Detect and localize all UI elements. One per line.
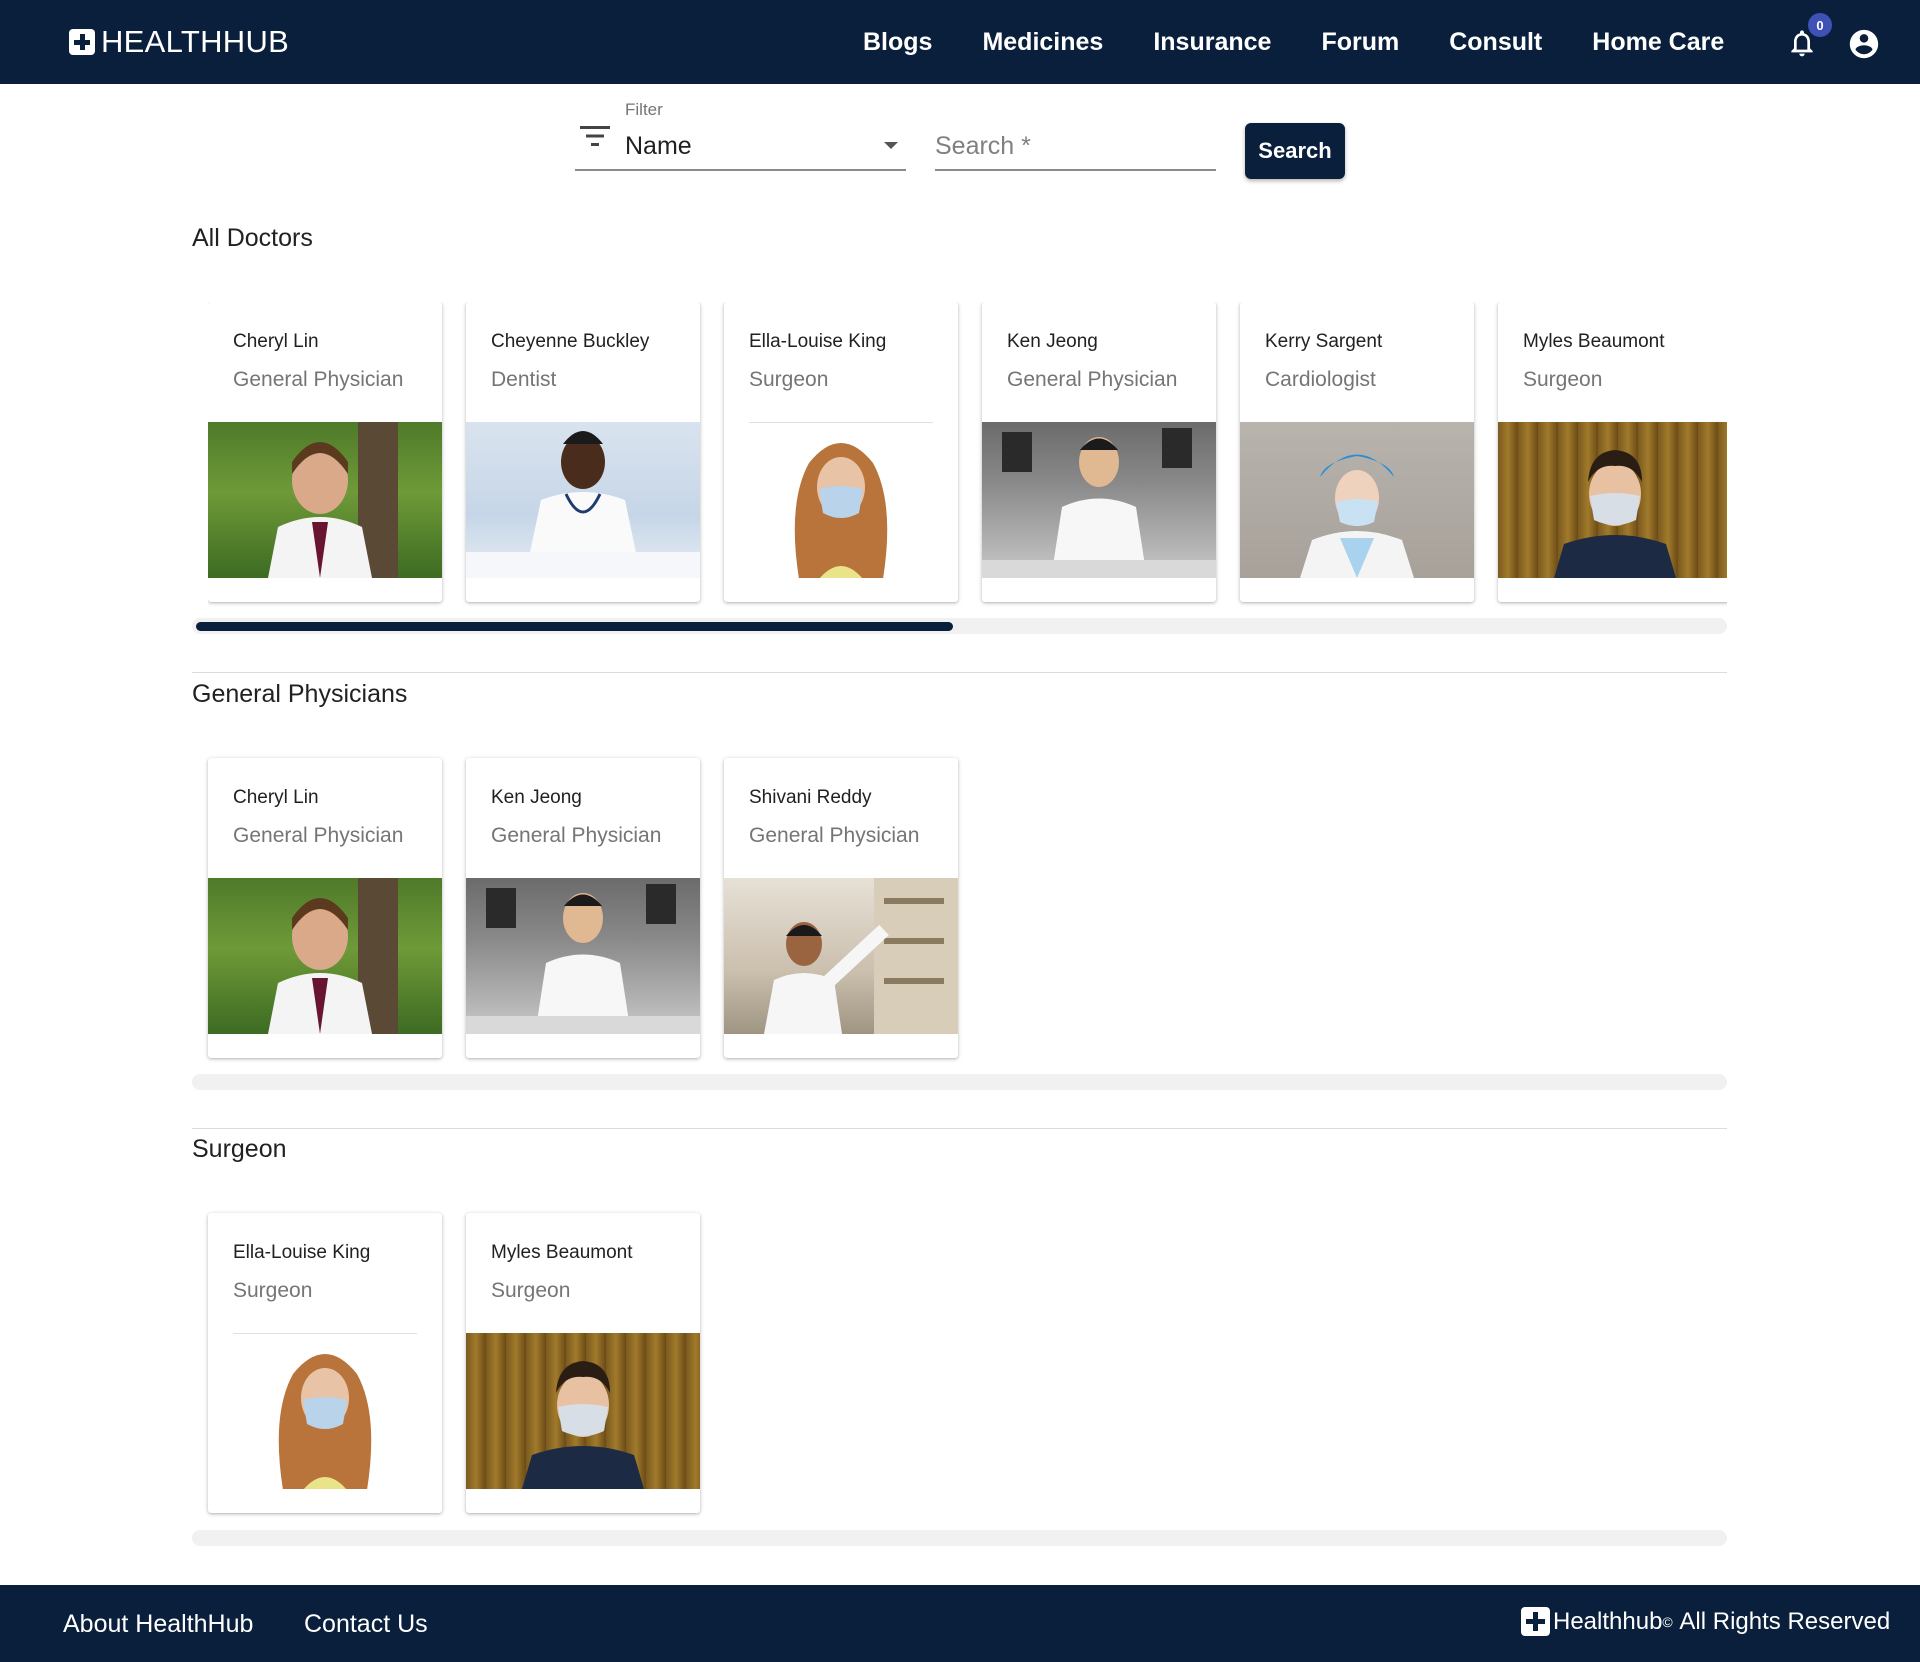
doctor-card[interactable]: Kerry Sargent Cardiologist xyxy=(1240,302,1474,602)
doctor-card[interactable]: Myles Beaumont Surgeon xyxy=(466,1213,700,1513)
nav-forum[interactable]: Forum xyxy=(1321,28,1399,57)
chevron-down-icon xyxy=(884,142,898,149)
nav-home-care[interactable]: Home Care xyxy=(1592,28,1724,57)
doctor-card[interactable]: Cheyenne Buckley Dentist xyxy=(466,302,700,602)
section-divider xyxy=(192,672,1727,673)
doctor-photo xyxy=(466,422,700,578)
footer-rights: All Rights Reserved xyxy=(1679,1607,1891,1635)
section-title-general-physicians: General Physicians xyxy=(192,680,408,708)
medical-cross-icon xyxy=(1521,1607,1550,1636)
account-circle-icon[interactable] xyxy=(1847,27,1881,61)
doctor-photo xyxy=(208,878,442,1034)
top-app-bar: HEALTHHUB Blogs Medicines Insurance Foru… xyxy=(0,0,1920,84)
doctor-card[interactable]: Shivani Reddy General Physician xyxy=(724,758,958,1058)
general-physicians-scrollbar-track[interactable] xyxy=(192,1074,1727,1090)
footer-copyright: Healthhub © All Rights Reserved xyxy=(1521,1607,1890,1636)
all-doctors-scrollbar-track[interactable] xyxy=(192,618,1727,634)
doctor-photo xyxy=(1240,422,1474,578)
doctor-specialty: Surgeon xyxy=(491,1279,571,1302)
doctor-name: Ken Jeong xyxy=(491,787,582,808)
filter-select[interactable]: Filter Name xyxy=(575,96,906,171)
doctor-photo xyxy=(466,1333,700,1489)
doctor-specialty: Surgeon xyxy=(1523,368,1603,391)
all-doctors-scrollbar-thumb[interactable] xyxy=(196,622,953,631)
doctor-name: Ella-Louise King xyxy=(749,331,887,352)
filter-list-icon xyxy=(580,126,610,146)
doctor-photo xyxy=(466,878,700,1034)
doctor-specialty: General Physician xyxy=(233,368,404,391)
search-input[interactable] xyxy=(935,126,1216,166)
medical-cross-icon xyxy=(69,29,95,55)
doctor-photo xyxy=(208,422,442,578)
filter-label: Filter xyxy=(625,100,663,119)
footer-contact-link[interactable]: Contact Us xyxy=(304,1610,428,1639)
doctor-specialty: General Physician xyxy=(491,824,662,847)
doctor-specialty: General Physician xyxy=(1007,368,1178,391)
doctor-photo xyxy=(724,878,958,1034)
doctor-name: Ella-Louise King xyxy=(233,1242,371,1263)
doctor-name: Kerry Sargent xyxy=(1265,331,1383,352)
doctor-specialty: Cardiologist xyxy=(1265,368,1376,391)
doctor-card[interactable]: Cheryl Lin General Physician xyxy=(208,302,442,602)
registered-mark: © xyxy=(1662,1613,1673,1630)
doctor-card[interactable]: Myles Beaumont Surgeon xyxy=(1498,302,1727,602)
doctor-photo xyxy=(1498,422,1727,578)
footer-about-link[interactable]: About HealthHub xyxy=(63,1610,253,1639)
doctor-name: Shivani Reddy xyxy=(749,787,872,808)
main-navigation: Blogs Medicines Insurance Forum Consult … xyxy=(863,0,1724,84)
doctor-card[interactable]: Ken Jeong General Physician xyxy=(982,302,1216,602)
doctor-specialty: Surgeon xyxy=(749,368,829,391)
nav-blogs[interactable]: Blogs xyxy=(863,28,932,57)
doctor-name: Myles Beaumont xyxy=(1523,331,1665,352)
doctor-specialty: Dentist xyxy=(491,368,557,391)
doctor-name: Cheryl Lin xyxy=(233,331,319,352)
brand-name: HEALTHHUB xyxy=(101,24,290,59)
doctor-card[interactable]: Cheryl Lin General Physician xyxy=(208,758,442,1058)
notification-count-badge: 0 xyxy=(1808,13,1832,37)
doctor-card[interactable]: Ken Jeong General Physician xyxy=(466,758,700,1058)
section-title-surgeon: Surgeon xyxy=(192,1135,287,1163)
surgeon-carousel: Ella-Louise King Surgeon Myles Beaumont … xyxy=(208,1213,724,1513)
all-doctors-carousel: Cheryl Lin General Physician Cheyenne Bu… xyxy=(208,302,1727,612)
footer-brand: Healthhub xyxy=(1553,1607,1663,1635)
doctor-specialty: General Physician xyxy=(233,824,404,847)
section-divider xyxy=(192,1128,1727,1129)
footer: About HealthHub Contact Us Healthhub © Al… xyxy=(0,1585,1920,1662)
nav-insurance[interactable]: Insurance xyxy=(1153,28,1271,57)
doctor-card[interactable]: Ella-Louise King Surgeon xyxy=(724,302,958,602)
nav-consult[interactable]: Consult xyxy=(1449,28,1542,57)
doctor-name: Cheyenne Buckley xyxy=(491,331,650,352)
doctor-photo xyxy=(982,422,1216,578)
doctor-specialty: General Physician xyxy=(749,824,920,847)
surgeon-scrollbar-track[interactable] xyxy=(192,1530,1727,1546)
search-button[interactable]: Search xyxy=(1245,123,1345,179)
nav-medicines[interactable]: Medicines xyxy=(982,28,1103,57)
general-physicians-carousel: Cheryl Lin General Physician Ken Jeong G… xyxy=(208,758,982,1058)
doctor-name: Cheryl Lin xyxy=(233,787,319,808)
doctor-photo xyxy=(233,1333,417,1489)
doctor-card[interactable]: Ella-Louise King Surgeon xyxy=(208,1213,442,1513)
search-field xyxy=(935,96,1216,171)
doctor-name: Myles Beaumont xyxy=(491,1242,633,1263)
doctor-specialty: Surgeon xyxy=(233,1279,313,1302)
doctor-name: Ken Jeong xyxy=(1007,331,1098,352)
filter-selected-value: Name xyxy=(625,132,692,160)
brand-logo[interactable]: HEALTHHUB xyxy=(69,24,289,60)
section-title-all-doctors: All Doctors xyxy=(192,224,313,252)
doctor-photo xyxy=(749,422,933,578)
